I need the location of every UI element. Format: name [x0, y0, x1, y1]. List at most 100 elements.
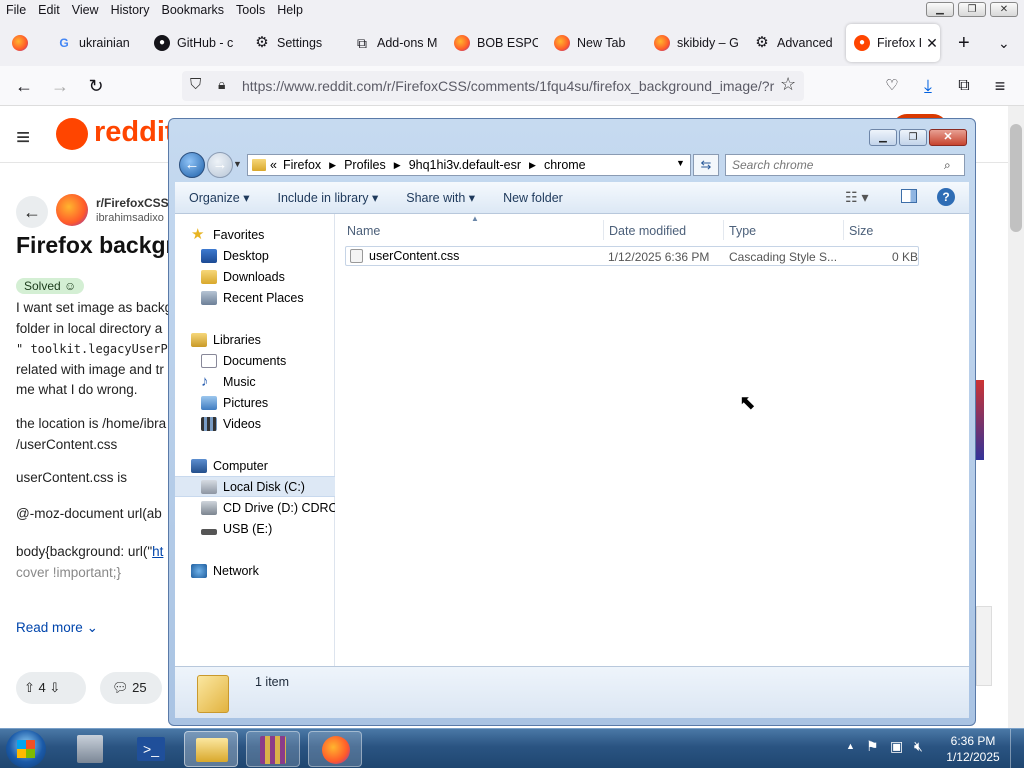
comments-button[interactable]: 💬︎ 25 [100, 672, 162, 704]
ff-close-button[interactable]: ✕ [990, 2, 1018, 17]
menu-edit[interactable]: Edit [32, 3, 66, 17]
shield-icon[interactable]: ⛉ [190, 76, 201, 93]
nav-libraries[interactable]: Libraries [191, 329, 351, 350]
firefox-view-button[interactable] [4, 24, 40, 62]
ff-maximize-button[interactable]: ❐ [958, 2, 986, 17]
subreddit-avatar[interactable] [56, 194, 88, 226]
show-desktop-button[interactable] [1010, 729, 1024, 768]
tab-addons[interactable]: ⧉ Add-ons M [346, 24, 438, 62]
reload-button[interactable]: ↻ [84, 74, 108, 98]
address-dropdown-icon[interactable]: ▼ [676, 158, 685, 168]
scrollbar-thumb[interactable] [1010, 124, 1022, 232]
url-bar[interactable]: ⛉ 🔒︎ https://www.reddit.com/r/FirefoxCSS… [182, 71, 804, 101]
search-input[interactable]: Search chrome ⌕ [725, 154, 965, 176]
downvote-icon[interactable]: ⇩ [49, 680, 60, 695]
breadcrumb-firefox[interactable]: Firefox [283, 158, 321, 172]
downloads-icon[interactable]: ⤓ [916, 74, 940, 98]
preview-pane-icon[interactable] [901, 189, 917, 203]
read-more-link[interactable]: Read more ⌄ [16, 620, 98, 636]
solved-flair[interactable]: Solved ☺ [16, 278, 85, 294]
tab-advanced[interactable]: ⚙ Advanced [746, 24, 838, 62]
extensions-icon[interactable]: ⧉ [952, 74, 976, 98]
nav-computer[interactable]: Computer [191, 455, 351, 476]
refresh-icon[interactable]: ⇆ [693, 154, 719, 176]
action-center-flag-icon[interactable]: ⚑ [866, 738, 879, 755]
taskbar-explorer[interactable] [184, 731, 238, 767]
tab-github[interactable]: ● GitHub - c [146, 24, 238, 62]
page-scrollbar[interactable] [1008, 106, 1024, 728]
back-button[interactable]: ← [12, 74, 36, 98]
breadcrumb-chrome[interactable]: chrome [544, 158, 586, 172]
help-icon[interactable]: ? [937, 188, 955, 206]
views-icon[interactable]: ☷ ▾ [845, 189, 868, 206]
include-in-library-button[interactable]: Include in library ▾ [263, 190, 392, 205]
overflow-chevron-icon[interactable]: « [270, 158, 277, 172]
tab-firefox-reddit[interactable]: ● Firefox I ✕ [846, 24, 940, 62]
pocket-icon[interactable]: ♡ [880, 74, 904, 98]
forward-button[interactable]: → [48, 74, 72, 98]
recent-pages-chevron-icon[interactable]: ▼ [233, 159, 242, 169]
url-text[interactable]: https://www.reddit.com/r/FirefoxCSS/comm… [242, 78, 774, 94]
file-name[interactable]: userContent.css [369, 249, 459, 263]
tab-skibidy[interactable]: skibidy – G [646, 24, 738, 62]
menu-bookmarks[interactable]: Bookmarks [155, 3, 230, 17]
bookmark-star-icon[interactable]: ☆ [780, 74, 796, 95]
explorer-close-button[interactable]: ✕ [929, 129, 967, 146]
tab-bob-espo[interactable]: BOB ESPO [446, 24, 538, 62]
menu-help[interactable]: Help [271, 3, 309, 17]
taskbar-server-manager[interactable] [64, 731, 118, 767]
lock-icon[interactable]: 🔒︎ [218, 76, 225, 93]
start-button[interactable] [6, 730, 46, 768]
menu-view[interactable]: View [66, 3, 105, 17]
plus-icon: + [958, 31, 970, 54]
new-tab-button[interactable]: + [950, 24, 978, 62]
breadcrumb-arrow-icon[interactable]: ▶ [394, 160, 401, 171]
hamburger-icon[interactable]: ≡ [16, 124, 30, 152]
ff-minimize-button[interactable]: ▁ [926, 2, 954, 17]
column-size[interactable]: Size [849, 224, 873, 238]
nav-local-disk[interactable]: Local Disk (C:) [175, 476, 335, 497]
breadcrumb-arrow-icon[interactable]: ▶ [529, 160, 536, 171]
reddit-logo-icon[interactable] [56, 118, 88, 150]
column-date-modified[interactable]: Date modified [609, 224, 686, 238]
organize-button[interactable]: Organize ▾ [175, 190, 263, 205]
new-folder-button[interactable]: New folder [489, 191, 577, 205]
author-name[interactable]: ibrahimsadixo [96, 212, 164, 224]
upvote-icon[interactable]: ⇧ [24, 680, 35, 695]
nav-cd-drive[interactable]: CD Drive (D:) CDROM [201, 497, 335, 518]
nav-favorites[interactable]: ★ Favorites [191, 224, 351, 245]
menu-tools[interactable]: Tools [230, 3, 271, 17]
breadcrumb-arrow-icon[interactable]: ▶ [329, 160, 336, 171]
explorer-minimize-button[interactable]: ▁ [869, 129, 897, 146]
tab-ukrainian[interactable]: G ukrainian [48, 24, 138, 62]
taskbar-firefox[interactable] [308, 731, 362, 767]
tab-new-tab[interactable]: New Tab [546, 24, 638, 62]
address-bar[interactable]: « Firefox ▶ Profiles ▶ 9hq1hi3v.default-… [247, 154, 691, 176]
close-tab-icon[interactable]: ✕ [926, 35, 938, 52]
breadcrumb-profile[interactable]: 9hq1hi3v.default-esr [409, 158, 521, 172]
menu-hamburger-icon[interactable]: ≡ [988, 74, 1012, 98]
search-icon[interactable]: ⌕ [944, 155, 951, 175]
column-type[interactable]: Type [729, 224, 756, 238]
nav-network[interactable]: Network [191, 560, 351, 581]
reddit-wordmark[interactable]: reddit [94, 116, 175, 149]
breadcrumb-profiles[interactable]: Profiles [344, 158, 386, 172]
column-name[interactable]: Name [347, 224, 380, 238]
menu-history[interactable]: History [105, 3, 156, 17]
taskbar-powershell[interactable]: >_ [124, 731, 178, 767]
back-arrow-icon[interactable]: ← [16, 196, 48, 228]
back-icon[interactable]: ← [179, 152, 205, 178]
share-with-button[interactable]: Share with ▾ [392, 190, 489, 205]
show-hidden-icons[interactable]: ▲ [846, 741, 855, 751]
network-tray-icon[interactable]: ▣ [890, 738, 903, 755]
clock[interactable]: 6:36 PM 1/12/2025 [944, 733, 1002, 765]
subreddit-name[interactable]: r/FirefoxCSS [96, 196, 169, 210]
list-tabs-button[interactable]: ⌄ [990, 24, 1018, 62]
explorer-maximize-button[interactable]: ❐ [899, 129, 927, 146]
menu-file[interactable]: File [0, 3, 32, 17]
file-row[interactable]: userContent.css 1/12/2025 6:36 PM Cascad… [345, 246, 919, 266]
tab-settings[interactable]: ⚙ Settings [246, 24, 338, 62]
forward-icon[interactable]: → [207, 152, 233, 178]
taskbar-archive[interactable] [246, 731, 300, 767]
volume-muted-icon[interactable]: 🔇︎ [914, 738, 923, 755]
